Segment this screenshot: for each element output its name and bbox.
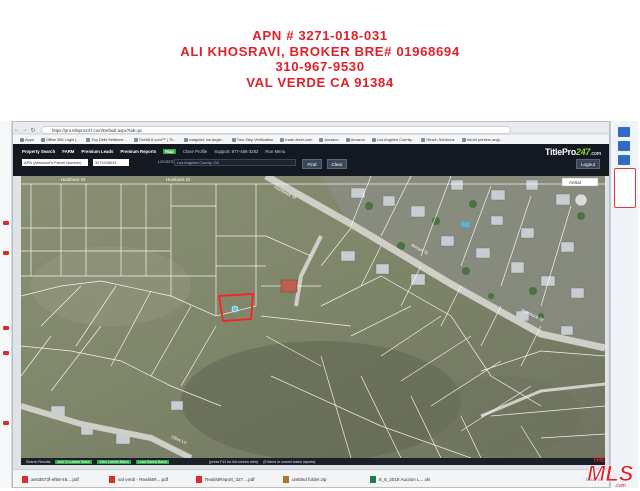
pdf-icon (22, 476, 28, 483)
tab-premium-reports[interactable]: Premium Reports (120, 149, 156, 154)
load-saved-batch-button[interactable]: Load Saved Batch (135, 459, 170, 464)
bookmark-icon (371, 137, 376, 142)
support-link[interactable]: Support: 877-456-3282 (214, 149, 258, 154)
search-row: APN (Assessor's Parcel Number) 327101803… (22, 159, 129, 166)
bookmark[interactable]: trade-fever.com (280, 137, 312, 142)
zip-icon (283, 476, 289, 483)
scrub-area (181, 341, 461, 458)
download-item[interactable]: ae0d673f-ef58-46....pdf (22, 476, 100, 483)
desktop-left-edge (0, 121, 12, 488)
bookmark[interactable]: craigslist: los angel... (183, 137, 225, 142)
download-item[interactable]: untitled folder.zip (283, 476, 361, 483)
download-item[interactable]: 8_8_2018 Auction L....xls (370, 476, 448, 483)
app-header: Property Search FARM Premium Leads Premi… (13, 144, 609, 176)
tab-map[interactable]: Map (163, 149, 176, 154)
aerial-map[interactable]: Humbock St Humbock St Humbock St Arroyo … (21, 176, 605, 458)
svg-text:MLS: MLS (587, 461, 634, 486)
bookmark-icon (461, 137, 466, 142)
house (280, 279, 298, 293)
notification-panel (614, 168, 636, 208)
bookmark-icon (133, 137, 138, 142)
apn-input[interactable]: 3271018031 (93, 159, 129, 166)
search-results-label[interactable]: Search Results (26, 460, 50, 464)
pdf-icon (196, 476, 202, 483)
bookmark-icon (319, 137, 324, 142)
download-bar: ae0d673f-ef58-46....pdf val verdi - Real… (13, 469, 609, 487)
add-to-labels-button[interactable]: Add To Labels Batch (55, 459, 93, 464)
bookmark[interactable]: Hirsch Solutions (421, 137, 455, 142)
desktop-sidebar (610, 121, 638, 488)
view-labels-button[interactable]: View Labels Batch (97, 459, 131, 464)
bookmark[interactable]: Amazon (345, 137, 365, 142)
location-pin-icon[interactable] (231, 305, 239, 313)
bookmark-icon (421, 137, 426, 142)
bookmark[interactable]: Los Angeles County... (371, 137, 414, 142)
search-type-select[interactable]: APN (Assessor's Parcel Number) (22, 159, 88, 166)
parcel-map-svg[interactable]: Humbock St Humbock St Humbock St Arroyo … (21, 176, 605, 458)
bookmark-icon (280, 137, 285, 142)
address-row: ← → ↻ https://pro.titlepro247.com/Defaul… (13, 125, 609, 135)
bookmark-icon (86, 137, 91, 142)
dirt-area (31, 246, 191, 326)
batch-count: (5 Items in current batch reports) (263, 459, 316, 464)
apn-line: APN # 3271-018-031 (252, 28, 388, 43)
bookmark-icon (345, 137, 350, 142)
tab-farm[interactable]: FARM (62, 149, 74, 154)
location-line: VAL VERDE CA 91384 (246, 74, 394, 90)
download-item[interactable]: RealistReport_327....pdf (196, 476, 274, 483)
bookmark[interactable]: Amazon (319, 137, 339, 142)
download-item[interactable]: val verdi - RealistR....pdf (109, 476, 187, 483)
broker-line: ALI KHOSRAVI, BROKER BRE# 01968694 (180, 43, 460, 59)
address-bar[interactable]: https://pro.titlepro247.com/Default.aspx… (41, 126, 511, 134)
bookmark[interactable]: Top Debt Settleme... (86, 137, 127, 142)
logout-button[interactable]: Logout (576, 159, 600, 169)
pdf-icon (3, 351, 9, 355)
bookmark[interactable]: Two-Step Verification (231, 137, 273, 142)
bookmark[interactable]: TheMLS.com™ | Th... (133, 137, 177, 142)
pdf-icon (3, 326, 9, 330)
bookmark[interactable]: Apps (20, 137, 34, 142)
mls-watermark: THE MLS .com (587, 458, 635, 489)
back-icon[interactable]: ← (13, 127, 21, 133)
find-button[interactable]: Find (302, 159, 322, 169)
bookmark[interactable]: InkJet printers angl... (461, 137, 503, 142)
aerial-label: Aerial (569, 180, 581, 185)
svg-text:.com: .com (615, 483, 626, 489)
bookmark-icon (183, 137, 188, 142)
app-tabs: Property Search FARM Premium Leads Premi… (22, 149, 292, 154)
app-icon[interactable] (618, 127, 630, 137)
titlepro-logo: TitlePro247.com (545, 147, 601, 157)
tab-property-search[interactable]: Property Search (22, 149, 55, 154)
apps-icon (20, 137, 24, 142)
street-label: Humbock St (166, 177, 191, 182)
browser-screenshot: ← → ↻ https://pro.titlepro247.com/Defaul… (12, 121, 610, 488)
bookmark-icon (40, 137, 45, 142)
compass-icon[interactable] (574, 193, 588, 207)
location-input[interactable]: Los Angeles County, CA (174, 159, 296, 166)
bookmark-icon (231, 137, 236, 142)
page: APN # 3271-018-031 ALI KHOSRAVI, BROKER … (0, 0, 640, 491)
app-icon[interactable] (618, 141, 630, 151)
run-menu-link[interactable]: Run Menu (265, 149, 285, 154)
map-status-bar: Search Results Add To Labels Batch View … (21, 458, 605, 465)
pdf-icon (3, 421, 9, 425)
phone-line: 310-967-9530 (275, 59, 365, 74)
reload-icon[interactable]: ↻ (29, 127, 37, 134)
bookmark[interactable]: Office 365 Login |... (40, 137, 79, 142)
clear-button[interactable]: Clear (327, 159, 347, 169)
pool (461, 222, 470, 227)
app-icon[interactable] (618, 155, 630, 165)
street-label: Humbock St (61, 177, 86, 182)
pdf-icon (3, 251, 9, 255)
listing-heading: APN # 3271-018-031 ALI KHOSRAVI, BROKER … (0, 28, 640, 90)
pdf-icon (109, 476, 115, 483)
forward-icon[interactable]: → (21, 127, 29, 133)
bookmarks-bar: Apps Office 365 Login |... Top Debt Sett… (13, 135, 609, 144)
tab-premium-leads[interactable]: Premium Leads (81, 149, 113, 154)
pdf-icon (3, 221, 9, 225)
fullscreen-hint: (press F11 for full-screen view) (209, 459, 259, 464)
close-profile-link[interactable]: Close Profile (183, 149, 207, 154)
xls-icon (370, 476, 376, 483)
